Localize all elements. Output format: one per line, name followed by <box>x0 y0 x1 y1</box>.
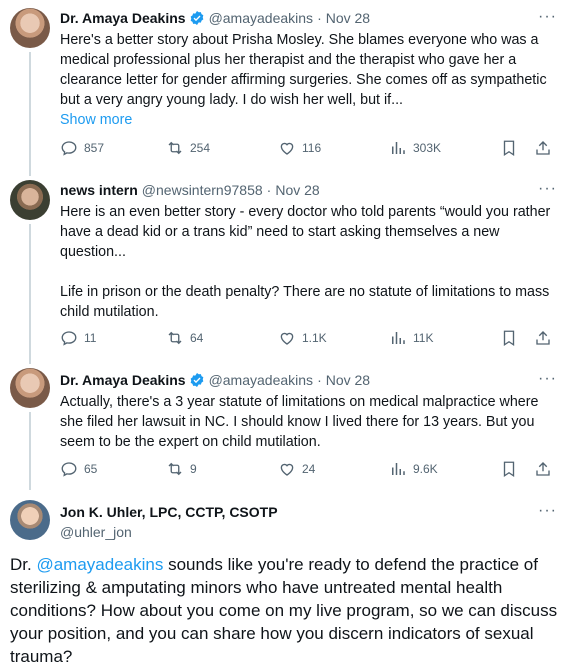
more-options-icon[interactable]: ··· <box>538 502 557 520</box>
mention-link[interactable]: @amayadeakins <box>36 555 163 574</box>
heart-icon <box>280 142 294 155</box>
bookmark-icon <box>503 461 515 478</box>
reply-icon <box>61 331 77 346</box>
verified-badge-icon <box>190 373 203 387</box>
avatar[interactable] <box>10 500 50 540</box>
bookmark-button[interactable] <box>500 139 524 157</box>
retweet-icon <box>168 331 182 345</box>
views-chart-icon <box>392 332 405 344</box>
retweet-button[interactable]: 254 <box>166 139 210 157</box>
tweet-date[interactable]: Nov 28 <box>326 372 370 388</box>
tweet-actions: 857 254 116 303K <box>60 138 557 158</box>
retweet-button[interactable]: 9 <box>166 460 197 478</box>
author-handle[interactable]: @amayadeakins <box>209 372 314 388</box>
main-tweet-text: Dr. @amayadeakins sounds like you're rea… <box>10 555 558 666</box>
share-button[interactable] <box>534 139 558 157</box>
like-button[interactable]: 1.1K <box>278 329 327 347</box>
more-options-icon[interactable]: ··· <box>538 180 557 198</box>
retweet-icon <box>168 141 182 155</box>
more-options-icon[interactable]: ··· <box>538 8 557 26</box>
like-button[interactable]: 24 <box>278 460 315 478</box>
tweet-date[interactable]: Nov 28 <box>275 182 319 198</box>
thread-line <box>29 412 31 490</box>
author-handle[interactable]: @uhler_jon <box>60 524 132 540</box>
views-chart-icon <box>392 142 405 154</box>
tweet-header: Jon K. Uhler, LPC, CCTP, CSOTP <box>60 502 561 522</box>
like-button[interactable]: 116 <box>278 139 321 157</box>
separator: · <box>317 372 322 388</box>
views-button[interactable]: 9.6K <box>389 460 438 478</box>
reply-button[interactable]: 857 <box>60 139 104 157</box>
tweet-1[interactable]: Dr. Amaya Deakins @amayadeakins · Nov 28… <box>0 0 577 176</box>
thread-line <box>29 224 31 364</box>
heart-icon <box>280 332 294 345</box>
author-handle[interactable]: @newsintern97858 <box>142 182 263 198</box>
tweet-header: news intern @newsintern97858 · Nov 28 <box>60 180 561 200</box>
tweet-header: Dr. Amaya Deakins @amayadeakins · Nov 28 <box>60 370 561 390</box>
heart-icon <box>280 463 294 476</box>
views-button[interactable]: 11K <box>389 329 433 347</box>
views-button[interactable]: 303K <box>389 139 441 157</box>
tweet-text: Here is an even better story - every doc… <box>60 204 551 320</box>
author-name[interactable]: Jon K. Uhler, LPC, CCTP, CSOTP <box>60 504 278 520</box>
reply-button[interactable]: 65 <box>60 460 97 478</box>
separator: · <box>317 10 322 26</box>
tweet-3[interactable]: Dr. Amaya Deakins @amayadeakins · Nov 28… <box>0 366 577 490</box>
author-name[interactable]: news intern <box>60 182 138 198</box>
verified-badge-icon <box>190 11 203 25</box>
share-button[interactable] <box>534 329 558 347</box>
tweet-actions: 11 64 1.1K 11K <box>60 328 557 348</box>
separator: · <box>266 182 272 198</box>
bookmark-icon <box>503 140 515 157</box>
tweet-2[interactable]: news intern @newsintern97858 · Nov 28 He… <box>0 178 577 364</box>
bookmark-button[interactable] <box>500 329 524 347</box>
reply-button[interactable]: 11 <box>60 329 96 347</box>
tweet-header: Dr. Amaya Deakins @amayadeakins · Nov 28 <box>60 8 561 28</box>
reply-icon <box>61 462 77 477</box>
author-name[interactable]: Dr. Amaya Deakins <box>60 372 186 388</box>
tweet-text: Here's a better story about Prisha Mosle… <box>60 30 561 130</box>
bookmark-icon <box>503 330 515 347</box>
share-icon <box>536 141 550 155</box>
share-icon <box>536 462 550 476</box>
avatar[interactable] <box>10 180 50 220</box>
author-name[interactable]: Dr. Amaya Deakins <box>60 10 186 26</box>
retweet-icon <box>168 462 182 476</box>
share-icon <box>536 331 550 345</box>
tweet-actions: 65 9 24 9.6K <box>60 459 557 479</box>
tweet-header-handle-row: @uhler_jon <box>60 522 561 542</box>
more-options-icon[interactable]: ··· <box>538 370 557 388</box>
retweet-button[interactable]: 64 <box>166 329 203 347</box>
avatar[interactable] <box>10 368 50 408</box>
author-handle[interactable]: @amayadeakins <box>209 10 314 26</box>
views-chart-icon <box>392 463 405 475</box>
tweet-text: Actually, there's a 3 year statute of li… <box>60 394 539 450</box>
show-more-link[interactable]: Show more <box>60 110 561 130</box>
avatar[interactable] <box>10 8 50 48</box>
reply-icon <box>61 141 77 156</box>
bookmark-button[interactable] <box>500 460 524 478</box>
main-tweet[interactable]: Jon K. Uhler, LPC, CCTP, CSOTP @uhler_jo… <box>0 496 577 668</box>
thread-line <box>29 52 31 176</box>
tweet-date[interactable]: Nov 28 <box>326 10 370 26</box>
share-button[interactable] <box>534 460 558 478</box>
